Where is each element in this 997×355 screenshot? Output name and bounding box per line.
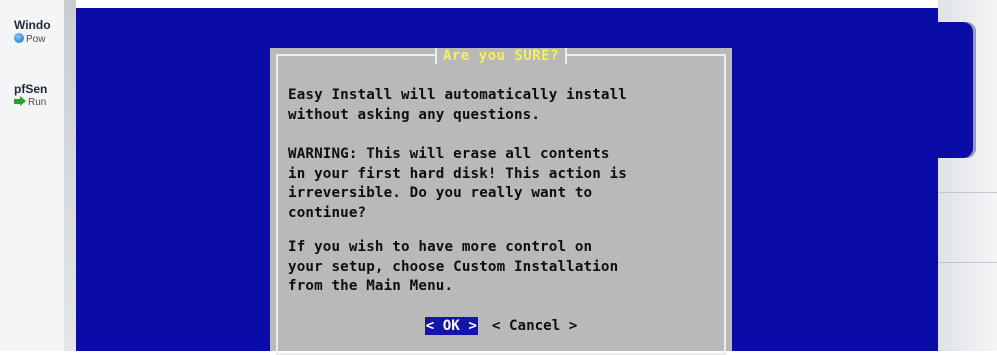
- dialog-message-hint: If you wish to have more control on your…: [288, 239, 619, 295]
- dialog-message-warning: WARNING: This will erase all contents in…: [288, 146, 627, 221]
- dialog-title-wrap: Are you SURE?: [270, 45, 732, 64]
- dialog-message-intro: Easy Install will automatically install …: [288, 87, 627, 123]
- vm-name: pfSen: [14, 82, 48, 96]
- vm-list-item-pfsense[interactable]: pfSen Run: [14, 82, 66, 108]
- vm-list-sidebar: Windo Pow pfSen Run: [0, 0, 67, 351]
- divider: [938, 262, 997, 263]
- divider: [938, 192, 997, 193]
- vm-state: Pow: [14, 33, 66, 45]
- dialog-buttons: < OK > < Cancel >: [270, 317, 732, 335]
- vm-state-label: Run: [28, 97, 47, 108]
- vm-name: Windo: [14, 18, 51, 32]
- power-icon: [14, 33, 24, 43]
- vm-state: Run: [14, 96, 66, 108]
- vm-window-frame: [64, 0, 76, 351]
- ok-button[interactable]: < OK >: [424, 317, 478, 335]
- vm-list-item-windows[interactable]: Windo Pow: [14, 18, 66, 45]
- running-arrow-icon: [14, 96, 26, 106]
- dialog-title: Are you SURE?: [434, 48, 568, 64]
- vm-preview-thumbnail: [938, 22, 976, 158]
- confirm-dialog: Are you SURE? Easy Install will automati…: [270, 45, 732, 355]
- cancel-button[interactable]: < Cancel >: [492, 317, 577, 335]
- vm-state-label: Pow: [26, 34, 46, 45]
